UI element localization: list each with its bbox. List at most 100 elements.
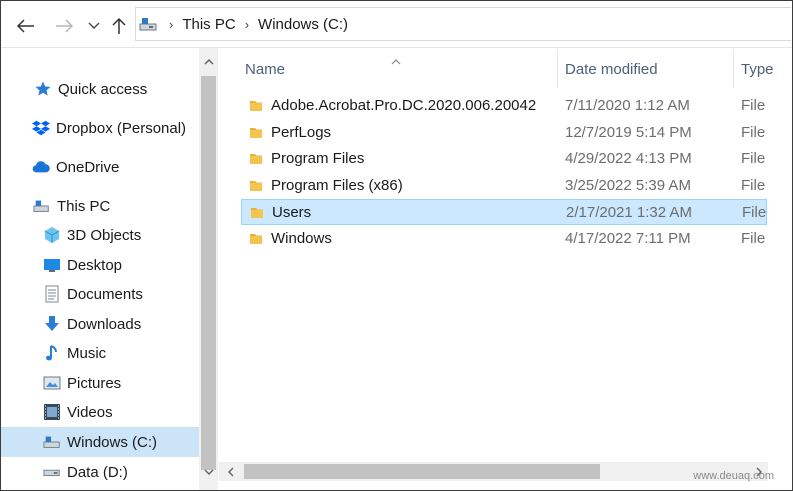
sidebar-item-documents[interactable]: Documents bbox=[1, 280, 199, 308]
download-icon bbox=[43, 315, 61, 333]
file-date-modified: 7/11/2020 1:12 AM bbox=[565, 97, 690, 114]
cube-icon bbox=[43, 226, 61, 244]
sidebar-item-pictures[interactable]: Pictures bbox=[1, 369, 199, 397]
sidebar-item-3d-objects[interactable]: 3D Objects bbox=[1, 221, 199, 249]
breadcrumb-separator-icon: › bbox=[244, 16, 250, 32]
computer-icon bbox=[139, 18, 157, 31]
sidebar-item-data-d[interactable]: Data (D:) bbox=[1, 458, 199, 486]
star-icon bbox=[34, 80, 52, 98]
pictures-icon bbox=[43, 374, 61, 392]
sidebar-item-label: Data (D:) bbox=[67, 463, 128, 481]
sidebar-item-quick-access[interactable]: Quick access bbox=[1, 75, 199, 103]
column-divider[interactable] bbox=[733, 50, 734, 88]
chevron-left-icon bbox=[227, 467, 233, 476]
folder-icon bbox=[249, 126, 263, 144]
navigation-pane-scrollbar[interactable] bbox=[199, 48, 218, 490]
sidebar-item-label: 3D Objects bbox=[67, 226, 142, 244]
scroll-left-button[interactable] bbox=[221, 462, 240, 481]
file-type: File bbox=[742, 204, 767, 222]
file-name: Adobe.Acrobat.Pro.DC.2020.006.20042 bbox=[271, 97, 537, 114]
file-row[interactable]: Users 2/17/2021 1:32 AM File bbox=[241, 199, 767, 226]
folder-icon bbox=[249, 179, 263, 197]
breadcrumb-separator-icon: › bbox=[169, 16, 174, 32]
sidebar-item-desktop[interactable]: Desktop bbox=[1, 251, 199, 279]
file-name: Windows bbox=[271, 230, 332, 247]
navigation-pane: Quick access Dropbox (Personal) OneDrive… bbox=[1, 48, 199, 490]
video-icon bbox=[43, 403, 61, 421]
music-icon bbox=[43, 344, 61, 362]
file-row[interactable]: Windows 4/17/2022 7:11 PM File bbox=[241, 226, 767, 252]
drive-icon bbox=[43, 463, 61, 481]
folder-icon bbox=[249, 232, 263, 250]
forward-button[interactable] bbox=[53, 15, 75, 37]
column-header-type[interactable]: Type bbox=[741, 48, 774, 90]
horizontal-scrollbar[interactable] bbox=[219, 462, 768, 481]
desktop-icon bbox=[43, 256, 61, 274]
recent-locations-button[interactable] bbox=[83, 15, 105, 37]
file-name: Program Files bbox=[271, 150, 365, 168]
sidebar-item-label: Dropbox (Personal) bbox=[56, 119, 187, 137]
document-icon bbox=[43, 285, 61, 303]
back-button[interactable] bbox=[15, 15, 37, 37]
file-date-modified: 4/17/2022 7:11 PM bbox=[565, 230, 691, 247]
file-name: PerfLogs bbox=[271, 123, 332, 141]
sidebar-item-windows-c[interactable]: Windows (C:) bbox=[1, 427, 199, 457]
sidebar-item-label: Music bbox=[67, 344, 107, 362]
sidebar-item-label: Windows (C:) bbox=[67, 433, 158, 451]
sidebar-item-label: Videos bbox=[67, 403, 113, 421]
breadcrumb-this-pc[interactable]: This PC bbox=[182, 16, 235, 33]
onedrive-icon bbox=[32, 158, 50, 176]
sidebar-item-downloads[interactable]: Downloads bbox=[1, 310, 199, 338]
up-arrow-icon bbox=[112, 17, 126, 34]
file-name: Users bbox=[272, 204, 312, 222]
address-bar[interactable]: › This PC › Windows (C:) bbox=[135, 7, 791, 41]
folder-icon bbox=[249, 99, 263, 117]
file-date-modified: 3/25/2022 5:39 AM bbox=[565, 176, 691, 194]
sidebar-item-label: Documents bbox=[67, 285, 143, 303]
file-date-modified: 2/17/2021 1:32 AM bbox=[566, 204, 692, 222]
file-type: File bbox=[741, 150, 766, 168]
file-row[interactable]: Program Files 4/29/2022 4:13 PM File bbox=[241, 146, 767, 172]
up-button[interactable] bbox=[108, 15, 130, 37]
sidebar-item-this-pc[interactable]: This PC bbox=[1, 192, 199, 220]
scroll-down-button[interactable] bbox=[199, 462, 218, 482]
file-date-modified: 12/7/2019 5:14 PM bbox=[565, 123, 692, 141]
file-name: Program Files (x86) bbox=[271, 176, 403, 194]
sidebar-item-music[interactable]: Music bbox=[1, 339, 199, 367]
drive-icon bbox=[43, 433, 61, 451]
scrollbar-thumb[interactable] bbox=[244, 464, 600, 479]
file-type: File bbox=[741, 230, 766, 247]
column-header-name[interactable]: Name bbox=[245, 48, 285, 90]
folder-icon bbox=[250, 206, 264, 224]
file-row[interactable]: PerfLogs 12/7/2019 5:14 PM File bbox=[241, 120, 767, 146]
file-type: File bbox=[741, 97, 766, 114]
breadcrumb-windows-c[interactable]: Windows (C:) bbox=[258, 16, 348, 33]
column-header-date-modified[interactable]: Date modified bbox=[565, 48, 658, 90]
scroll-up-button[interactable] bbox=[199, 52, 218, 72]
sidebar-item-videos[interactable]: Videos bbox=[1, 398, 199, 426]
folder-icon bbox=[249, 152, 263, 170]
forward-arrow-icon bbox=[56, 19, 73, 33]
sidebar-item-label: This PC bbox=[57, 197, 111, 215]
navigation-bar: › This PC › Windows (C:) bbox=[1, 1, 792, 48]
computer-icon bbox=[33, 197, 51, 215]
sort-ascending-icon bbox=[391, 52, 401, 70]
file-type: File bbox=[741, 176, 766, 194]
file-row[interactable]: Program Files (x86) 3/25/2022 5:39 AM File bbox=[241, 173, 767, 199]
file-date-modified: 4/29/2022 4:13 PM bbox=[565, 150, 692, 168]
column-divider[interactable] bbox=[557, 50, 558, 88]
back-arrow-icon bbox=[17, 19, 34, 33]
chevron-up-icon bbox=[204, 59, 213, 65]
file-list-pane: Name Date modified Type Adobe.Acrobat.Pr… bbox=[219, 48, 792, 490]
sidebar-item-label: Desktop bbox=[67, 256, 123, 274]
file-row[interactable]: Adobe.Acrobat.Pro.DC.2020.006.20042 7/11/… bbox=[241, 93, 767, 119]
scrollbar-thumb[interactable] bbox=[201, 76, 216, 470]
sidebar-item-onedrive[interactable]: OneDrive bbox=[1, 153, 199, 181]
sidebar-item-dropbox[interactable]: Dropbox (Personal) bbox=[1, 114, 199, 142]
chevron-down-icon bbox=[204, 469, 213, 475]
sidebar-item-label: OneDrive bbox=[56, 158, 120, 176]
sidebar-item-label: Downloads bbox=[67, 315, 142, 333]
dropbox-icon bbox=[32, 119, 50, 137]
sidebar-item-label: Quick access bbox=[58, 80, 148, 98]
chevron-down-icon bbox=[88, 22, 100, 29]
